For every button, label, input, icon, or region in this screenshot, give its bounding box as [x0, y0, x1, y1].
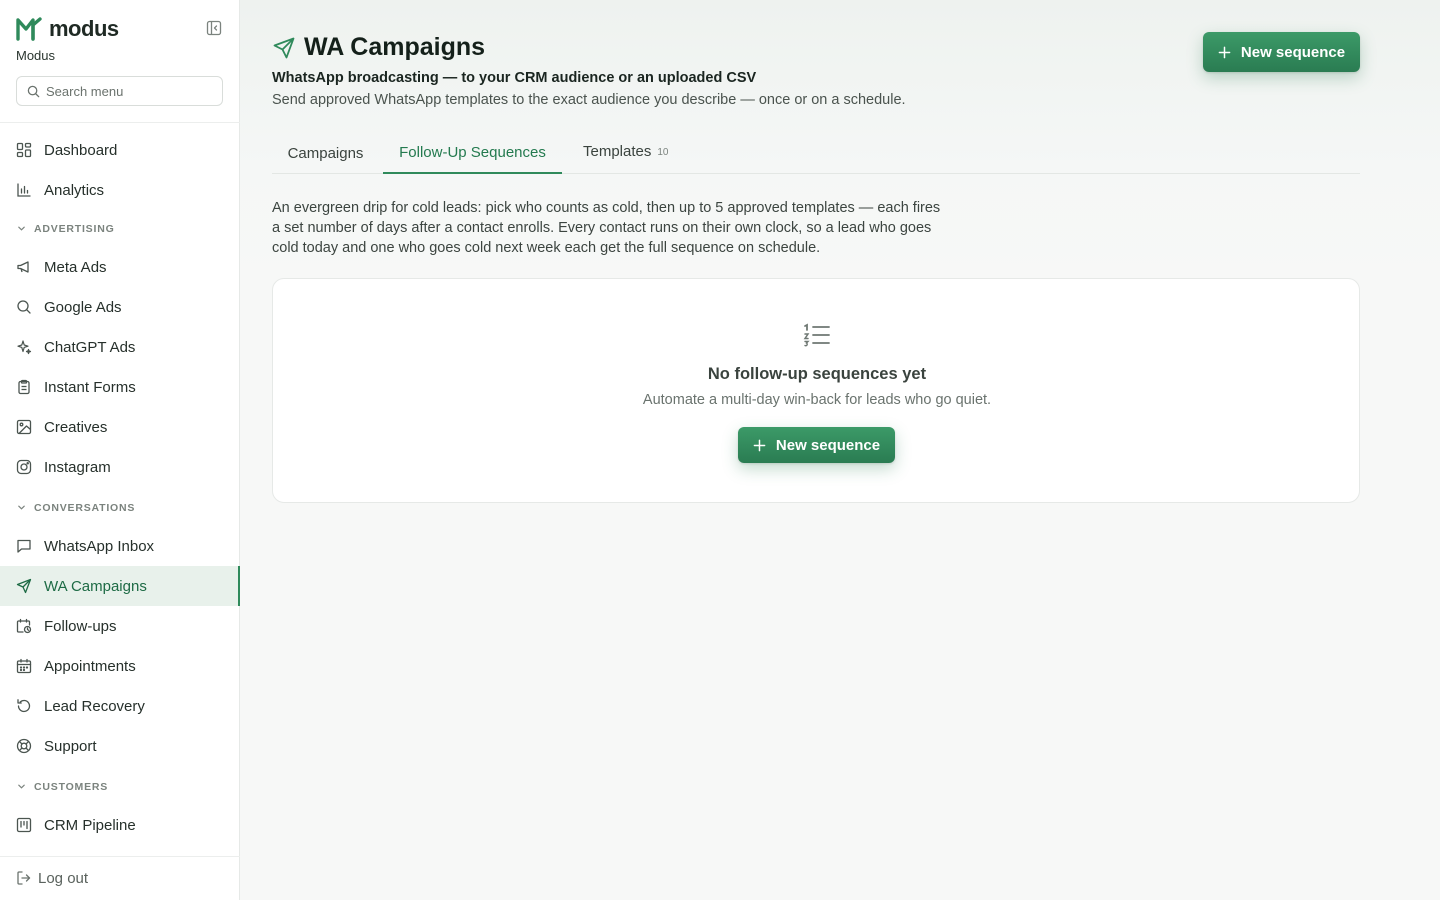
empty-state-subtitle: Automate a multi-day win-back for leads …	[642, 392, 992, 408]
image-icon	[16, 419, 32, 435]
new-sequence-label: New sequence	[775, 436, 881, 454]
sidebar-nav: Dashboard Analytics ADVERTISING Meta Ads…	[0, 130, 240, 845]
sidebar-item-dashboard[interactable]: Dashboard	[0, 130, 240, 170]
empty-state-card: No follow-up sequences yet Automate a mu…	[272, 278, 1360, 503]
sidebar-item-label: Follow-ups	[44, 617, 117, 635]
brand: modus Modus	[16, 16, 224, 66]
sidebar-item-analytics[interactable]: Analytics	[0, 170, 240, 210]
sidebar-collapse-button[interactable]	[206, 20, 224, 38]
tab-follow-up-sequences[interactable]: Follow-Up Sequences	[383, 133, 562, 174]
sidebar-item-label: CRM Pipeline	[44, 816, 136, 834]
tab-label: Follow-Up Sequences	[399, 144, 546, 161]
sidebar-item-crm-pipeline[interactable]: CRM Pipeline	[0, 805, 240, 845]
tab-count-badge: 10	[657, 147, 669, 158]
megaphone-icon	[16, 259, 32, 275]
section-title: CUSTOMERS	[34, 780, 109, 793]
section-title: ADVERTISING	[34, 222, 115, 235]
empty-state-title: No follow-up sequences yet	[707, 365, 927, 383]
tab-campaigns[interactable]: Campaigns	[272, 133, 379, 174]
sidebar-item-chatgpt-ads[interactable]: ChatGPT Ads	[0, 327, 240, 367]
page-header: WA Campaigns	[272, 33, 485, 62]
plus-icon	[753, 439, 766, 452]
tab-label: Campaigns	[287, 145, 364, 162]
sidebar-item-follow-ups[interactable]: Follow-ups	[0, 606, 240, 646]
bar-chart-icon	[16, 182, 32, 198]
send-icon	[16, 578, 32, 594]
tab-templates[interactable]: Templates 10	[572, 131, 672, 172]
tab-bar: Campaigns Follow-Up Sequences Templates …	[272, 133, 1360, 174]
section-advertising[interactable]: ADVERTISING	[0, 210, 240, 247]
sidebar-item-whatsapp-inbox[interactable]: WhatsApp Inbox	[0, 526, 240, 566]
sidebar-item-appointments[interactable]: Appointments	[0, 646, 240, 686]
clipboard-icon	[16, 379, 32, 395]
logout-button[interactable]: Log out	[16, 866, 88, 890]
sidebar-divider	[0, 122, 240, 123]
empty-state-new-sequence-button[interactable]: New sequence	[738, 427, 895, 463]
sparkles-icon	[16, 339, 32, 355]
sidebar-item-instant-forms[interactable]: Instant Forms	[0, 367, 240, 407]
instagram-icon	[16, 459, 32, 475]
section-title: CONVERSATIONS	[34, 501, 136, 514]
page-subtitle-strong: WhatsApp broadcasting — to your CRM audi…	[272, 70, 757, 86]
sidebar-item-label: Meta Ads	[44, 258, 107, 276]
send-icon	[272, 36, 296, 60]
sidebar-item-lead-recovery[interactable]: Lead Recovery	[0, 686, 240, 726]
sidebar-item-label: Analytics	[44, 181, 105, 199]
sidebar-item-google-ads[interactable]: Google Ads	[0, 287, 240, 327]
sidebar-item-label: WA Campaigns	[44, 577, 147, 595]
modus-logo-icon	[16, 17, 42, 41]
plus-icon	[1218, 46, 1231, 59]
main-content: WA Campaigns WhatsApp broadcasting — to …	[240, 0, 1440, 900]
sidebar-item-label: Instant Forms	[44, 378, 136, 396]
page-title: WA Campaigns	[304, 33, 486, 61]
new-sequence-label: New sequence	[1240, 43, 1346, 61]
search-icon	[16, 299, 32, 315]
sidebar-item-support[interactable]: Support	[0, 726, 240, 766]
workspace-name: Modus	[16, 48, 56, 63]
tab-label: Templates	[583, 143, 652, 160]
panel-left-icon	[206, 20, 222, 36]
sidebar-item-creatives[interactable]: Creatives	[0, 407, 240, 447]
rotate-ccw-icon	[16, 698, 32, 714]
brand-wordmark: modus	[49, 16, 119, 41]
page-subtitle: Send approved WhatsApp templates to the …	[272, 92, 906, 108]
search-icon	[27, 85, 40, 97]
sidebar-item-label: Instagram	[44, 458, 111, 476]
chevron-down-icon	[17, 503, 26, 512]
sidebar-item-instagram[interactable]: Instagram	[0, 447, 240, 487]
search-input[interactable]	[46, 83, 216, 99]
list-ordered-icon	[803, 323, 831, 347]
message-square-icon	[16, 538, 32, 554]
kanban-icon	[16, 817, 32, 833]
calendar-icon	[16, 658, 32, 674]
sidebar-item-label: Lead Recovery	[44, 697, 145, 715]
chevron-down-icon	[17, 224, 26, 233]
section-conversations[interactable]: CONVERSATIONS	[0, 489, 240, 526]
sidebar-item-label: ChatGPT Ads	[44, 338, 136, 356]
life-buoy-icon	[16, 738, 32, 754]
section-customers[interactable]: CUSTOMERS	[0, 768, 240, 805]
sidebar-divider	[0, 856, 240, 857]
search-box	[16, 76, 223, 106]
log-out-icon	[16, 870, 32, 886]
grid-icon	[16, 142, 32, 158]
sidebar-item-label: Dashboard	[44, 141, 118, 159]
logout-label: Log out	[38, 869, 89, 887]
calendar-clock-icon	[16, 618, 32, 634]
logo[interactable]: modus	[16, 16, 224, 42]
sidebar-item-label: Google Ads	[44, 298, 122, 316]
sidebar-item-label: WhatsApp Inbox	[44, 537, 155, 555]
sidebar-item-label: Support	[44, 737, 97, 755]
section-description: An evergreen drip for cold leads: pick w…	[272, 200, 941, 256]
sidebar-item-label: Appointments	[44, 657, 136, 675]
sidebar-item-wa-campaigns[interactable]: WA Campaigns	[0, 566, 240, 606]
sidebar: modus Modus Dashboard	[0, 0, 240, 900]
sidebar-item-meta-ads[interactable]: Meta Ads	[0, 247, 240, 287]
chevron-down-icon	[17, 782, 26, 791]
new-sequence-button[interactable]: New sequence	[1203, 32, 1360, 72]
sidebar-item-label: Creatives	[44, 418, 108, 436]
